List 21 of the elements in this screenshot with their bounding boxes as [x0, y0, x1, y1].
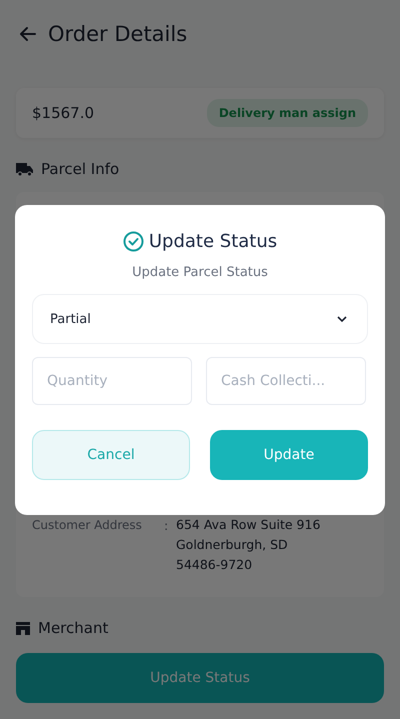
cancel-button[interactable]: Cancel	[32, 430, 190, 480]
section-title: Parcel Info	[41, 160, 120, 178]
cash-collection-field[interactable]: Cash Collecti...	[206, 357, 366, 405]
chevron-down-icon	[337, 316, 347, 322]
dialog-subtitle: Update Parcel Status	[131, 265, 269, 280]
field-label: Customer Address	[32, 518, 143, 534]
update-status-button[interactable]: Update Status	[16, 653, 384, 703]
address-text: 654 Ava Row Suite 916 Goldnerburgh, SD 54486-9720	[176, 516, 320, 574]
store-icon	[16, 622, 30, 634]
separator-colon: :	[164, 518, 170, 535]
dialog-title: Update Status	[148, 231, 278, 252]
quantity-field[interactable]: Quantity	[32, 357, 192, 405]
back-arrow-icon[interactable]	[18, 24, 38, 44]
page-title: Order Details	[48, 22, 188, 46]
amount-text: $1567.0	[32, 104, 94, 122]
status-badge: Delivery man assign	[206, 99, 368, 127]
check-circle-icon	[122, 231, 144, 252]
status-dropdown[interactable]: Partial	[32, 294, 368, 344]
section-title: Merchant	[38, 619, 108, 637]
truck-icon	[16, 162, 33, 176]
update-button[interactable]: Update	[210, 430, 368, 480]
